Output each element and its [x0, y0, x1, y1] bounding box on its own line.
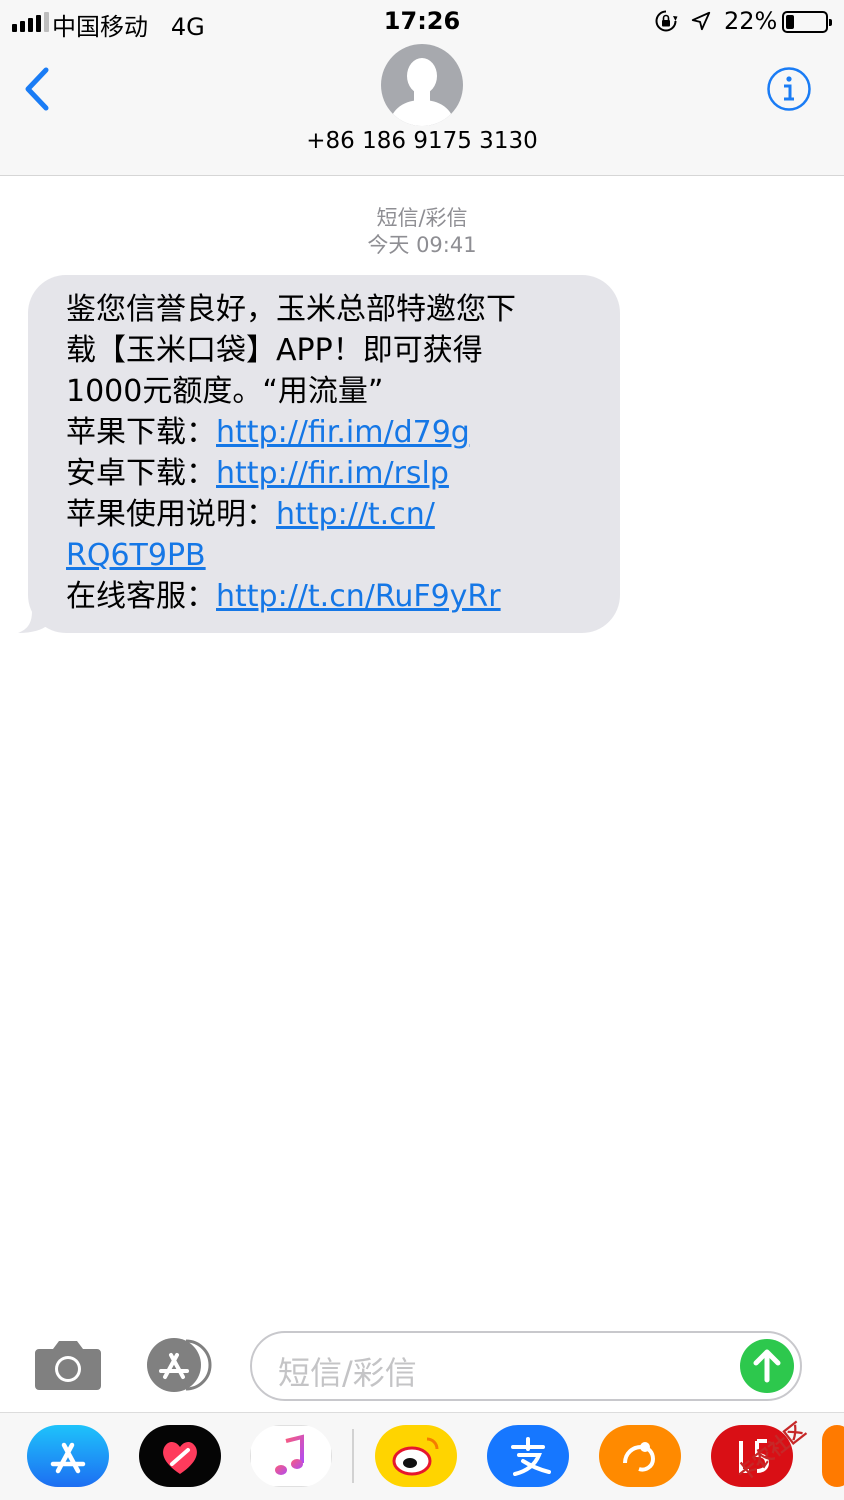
tray-divider [352, 1429, 354, 1483]
message-input-placeholder: 短信/彩信 [278, 1354, 417, 1392]
message-line: 苹果使用说明：http://t.cn/ [66, 494, 602, 535]
message-line: RQ6T9PB [66, 535, 602, 576]
message-line: 安卓下载：http://fir.im/rslp [66, 453, 602, 494]
apple-download-link[interactable]: http://fir.im/d79g [216, 415, 470, 450]
support-label: 在线客服： [66, 579, 216, 614]
battery-nub [829, 19, 832, 26]
message-line: 苹果下载：http://fir.im/d79g [66, 412, 602, 453]
message-type-label: 短信/彩信 [376, 206, 468, 230]
uc-browser-icon[interactable] [599, 1425, 681, 1487]
music-icon[interactable] [250, 1425, 332, 1487]
message-timestamp: 今天 09:41 [367, 233, 477, 257]
status-bar: 中国移动 4G 17:26 22% [0, 0, 844, 44]
battery-icon [782, 11, 832, 33]
message-line: 在线客服：http://t.cn/RuF9yRr [66, 576, 602, 617]
message-container: 鉴您信誉良好，玉米总部特邀您下 载【玉米口袋】APP！即可获得 1000元额度。… [18, 275, 620, 633]
android-download-label: 安卓下载： [66, 456, 216, 491]
message-line: 载【玉米口袋】APP！即可获得 [66, 333, 483, 368]
info-icon[interactable] [766, 66, 812, 112]
camera-icon[interactable] [34, 1339, 102, 1391]
send-arrow-icon [753, 1349, 781, 1383]
battery-fill [786, 15, 794, 29]
contact-number[interactable]: +86 186 9175 3130 [0, 128, 844, 154]
bubble-tail [18, 603, 48, 633]
message-line: 1000元额度。“用流量” [66, 374, 384, 409]
app-drawer [0, 1412, 844, 1500]
message-input[interactable]: 短信/彩信 [250, 1331, 802, 1401]
apple-guide-link-continued[interactable]: RQ6T9PB [66, 538, 206, 573]
app-icon[interactable] [822, 1425, 844, 1487]
weibo-icon[interactable] [375, 1425, 457, 1487]
digital-touch-icon[interactable] [139, 1425, 221, 1487]
apple-guide-link[interactable]: http://t.cn/ [276, 497, 435, 532]
app-store-icon[interactable] [142, 1337, 218, 1393]
rotation-lock-icon [655, 10, 678, 32]
contact-avatar[interactable] [381, 44, 463, 126]
send-button[interactable] [740, 1339, 794, 1393]
support-link[interactable]: http://t.cn/RuF9yRr [216, 579, 501, 614]
alipay-icon[interactable] [487, 1425, 569, 1487]
person-silhouette-icon [389, 58, 455, 126]
incoming-message-bubble[interactable]: 鉴您信誉良好，玉米总部特邀您下 载【玉米口袋】APP！即可获得 1000元额度。… [18, 275, 620, 633]
apple-download-label: 苹果下载： [66, 415, 216, 450]
back-chevron-icon[interactable] [20, 64, 56, 114]
battery-percent: 22% [724, 7, 778, 35]
conversation-header: +86 186 9175 3130 [0, 44, 844, 176]
app-store-icon[interactable] [27, 1425, 109, 1487]
android-download-link[interactable]: http://fir.im/rslp [216, 456, 449, 491]
apple-guide-label: 苹果使用说明： [66, 497, 276, 532]
message-line: 鉴您信誉良好，玉米总部特邀您下 [66, 292, 516, 327]
location-arrow-icon [691, 11, 711, 31]
status-time: 17:26 [383, 7, 461, 35]
